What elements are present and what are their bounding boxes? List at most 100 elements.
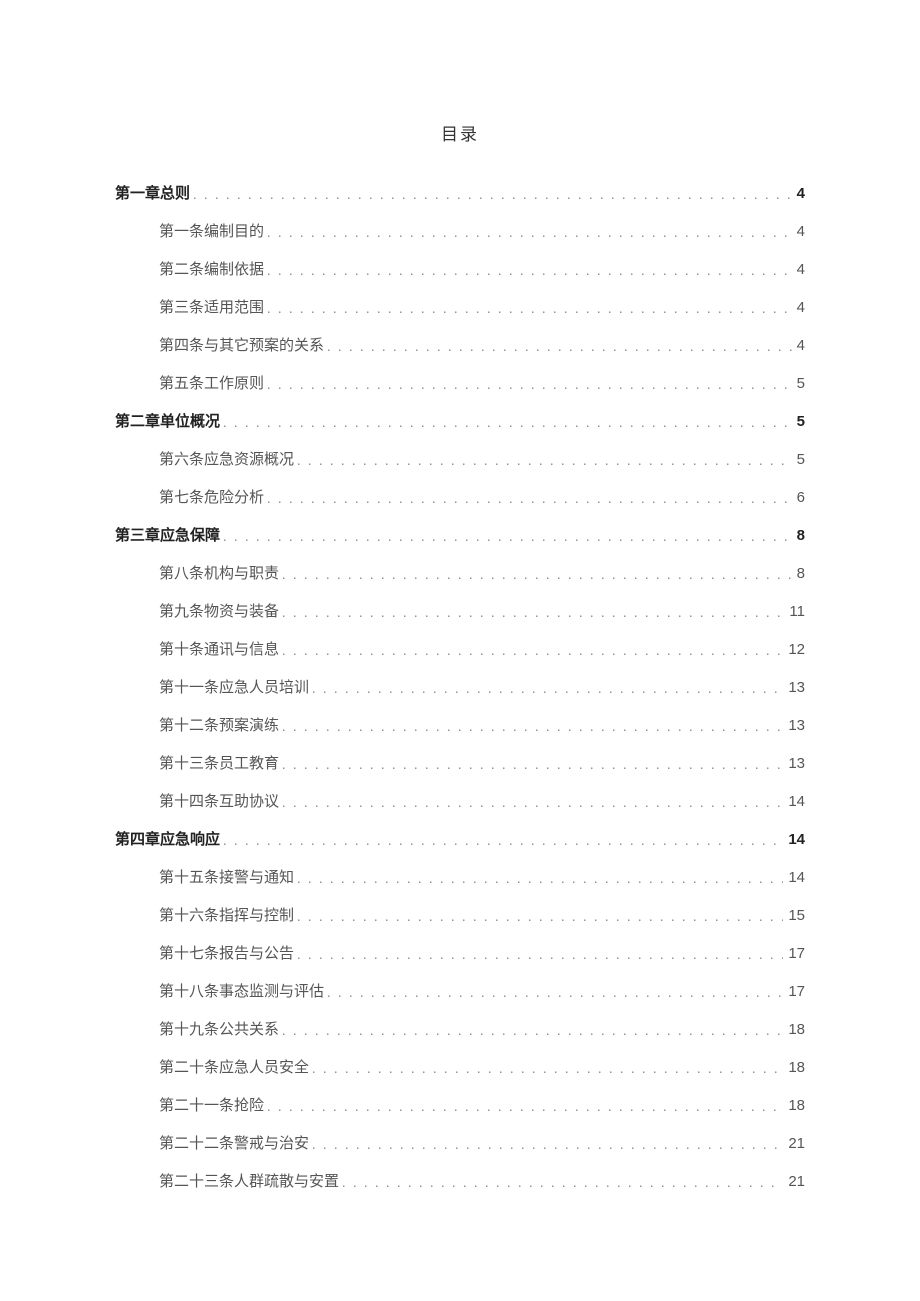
toc-item-label: 第十八条事态监测与评估 [159, 985, 324, 1000]
toc-item-row: 第二十条应急人员安全 18 [115, 1049, 805, 1087]
toc-item-page: 5 [795, 376, 805, 391]
toc-leader-dots [267, 379, 792, 393]
toc-item-page: 12 [786, 642, 805, 657]
toc-item-row: 第十三条员工教育 13 [115, 745, 805, 783]
toc-item-row: 第二十三条人群疏散与安置 21 [115, 1163, 805, 1201]
toc-item-page: 18 [786, 1098, 805, 1113]
toc-item-label: 第十四条互助协议 [159, 795, 279, 810]
toc-leader-dots [282, 569, 792, 583]
toc-item-label: 第十五条接警与通知 [159, 871, 294, 886]
toc-item-page: 4 [795, 224, 805, 239]
toc-item-page: 14 [786, 794, 805, 809]
toc-item-label: 第七条危险分析 [159, 491, 264, 506]
toc-chapter-row: 第二章单位概况 5 [115, 403, 805, 441]
toc-leader-dots [267, 265, 792, 279]
toc-item-row: 第五条工作原则5 [115, 365, 805, 403]
toc-item-label: 第六条应急资源概况 [159, 453, 294, 468]
toc-leader-dots [267, 227, 792, 241]
toc-item-label: 第二条编制依据 [159, 263, 264, 278]
toc-leader-dots [223, 835, 783, 849]
toc-chapter-row: 第一章总则4 [115, 175, 805, 213]
toc-chapter-label: 第四章应急响应 [115, 832, 220, 847]
toc-item-page: 18 [786, 1022, 805, 1037]
toc-title: 目录 [115, 120, 805, 145]
toc-chapter-label: 第三章应急保障 [115, 528, 220, 543]
toc-item-label: 第三条适用范围 [159, 301, 264, 316]
toc-item-row: 第一条编制目的 4 [115, 213, 805, 251]
toc-item-label: 第十二条预案演练 [159, 719, 279, 734]
toc-leader-dots [282, 607, 784, 621]
toc-item-row: 第十六条指挥与控制 15 [115, 897, 805, 935]
toc-item-page: 15 [786, 908, 805, 923]
toc-chapter-page: 8 [795, 528, 805, 543]
toc-item-label: 第九条物资与装备 [159, 605, 279, 620]
toc-item-page: 13 [786, 680, 805, 695]
toc-item-page: 5 [795, 452, 805, 467]
toc-item-page: 4 [795, 262, 805, 277]
toc-leader-dots [327, 987, 783, 1001]
toc-item-row: 第十条通讯与信息 12 [115, 631, 805, 669]
toc-item-label: 第十七条报告与公告 [159, 947, 294, 962]
toc-item-label: 第十一条应急人员培训 [159, 681, 309, 696]
toc-leader-dots [282, 721, 783, 735]
toc-leader-dots [312, 1063, 783, 1077]
toc-item-row: 第七条危险分析 6 [115, 479, 805, 517]
toc-leader-dots [223, 417, 792, 431]
toc-chapter-page: 14 [786, 832, 805, 847]
toc-chapter-page: 4 [795, 186, 805, 201]
toc-item-page: 21 [786, 1174, 805, 1189]
page-container: 目录 第一章总则4第一条编制目的4第二条编制依据4第三条适用范围4第四条与其它预… [0, 0, 920, 1301]
toc-item-label: 第八条机构与职责 [159, 567, 279, 582]
toc-leader-dots [223, 531, 792, 545]
toc-item-page: 18 [786, 1060, 805, 1075]
toc-item-row: 第九条物资与装备 11 [115, 593, 805, 631]
toc-leader-dots [193, 189, 792, 203]
toc-item-label: 第四条与其它预案的关系 [159, 339, 324, 354]
toc-item-row: 第二十一条抢险 18 [115, 1087, 805, 1125]
toc-item-row: 第十七条报告与公告 17 [115, 935, 805, 973]
toc-item-page: 21 [786, 1136, 805, 1151]
toc-item-row: 第八条机构与职责 8 [115, 555, 805, 593]
toc-item-row: 第十一条应急人员培训 13 [115, 669, 805, 707]
toc-item-page: 4 [795, 338, 805, 353]
toc-item-label: 第二十三条人群疏散与安置 [159, 1175, 339, 1190]
toc-list: 第一章总则4第一条编制目的4第二条编制依据4第三条适用范围4第四条与其它预案的关… [115, 175, 805, 1201]
toc-leader-dots [282, 797, 783, 811]
toc-leader-dots [297, 873, 783, 887]
toc-item-row: 第二十二条警戒与治安21 [115, 1125, 805, 1163]
toc-chapter-page: 5 [795, 414, 805, 429]
toc-item-row: 第十九条公共关系 18 [115, 1011, 805, 1049]
toc-item-row: 第四条与其它预案的关系 4 [115, 327, 805, 365]
toc-leader-dots [282, 645, 783, 659]
toc-leader-dots [282, 759, 783, 773]
toc-item-page: 13 [786, 756, 805, 771]
toc-item-row: 第十二条预案演练 13 [115, 707, 805, 745]
toc-item-row: 第三条适用范围 4 [115, 289, 805, 327]
toc-leader-dots [282, 1025, 783, 1039]
toc-item-page: 13 [786, 718, 805, 733]
toc-item-row: 第十四条互助协议 14 [115, 783, 805, 821]
toc-item-label: 第十六条指挥与控制 [159, 909, 294, 924]
toc-item-label: 第十条通讯与信息 [159, 643, 279, 658]
toc-leader-dots [297, 949, 783, 963]
toc-item-page: 4 [795, 300, 805, 315]
toc-item-page: 17 [786, 946, 805, 961]
toc-item-row: 第十五条接警与通知 14 [115, 859, 805, 897]
toc-item-label: 第二十一条抢险 [159, 1099, 264, 1114]
toc-item-row: 第六条应急资源概况 5 [115, 441, 805, 479]
toc-item-page: 8 [795, 566, 805, 581]
toc-item-label: 第十三条员工教育 [159, 757, 279, 772]
toc-item-label: 第十九条公共关系 [159, 1023, 279, 1038]
toc-item-page: 14 [786, 870, 805, 885]
toc-item-page: 6 [795, 490, 805, 505]
toc-chapter-label: 第二章单位概况 [115, 414, 220, 429]
toc-item-row: 第十八条事态监测与评估 17 [115, 973, 805, 1011]
toc-item-page: 17 [786, 984, 805, 999]
toc-leader-dots [327, 341, 792, 355]
toc-item-label: 第一条编制目的 [159, 225, 264, 240]
toc-item-page: 11 [787, 604, 805, 619]
toc-leader-dots [267, 303, 792, 317]
toc-chapter-row: 第四章应急响应 14 [115, 821, 805, 859]
toc-leader-dots [342, 1177, 783, 1191]
toc-item-label: 第二十条应急人员安全 [159, 1061, 309, 1076]
